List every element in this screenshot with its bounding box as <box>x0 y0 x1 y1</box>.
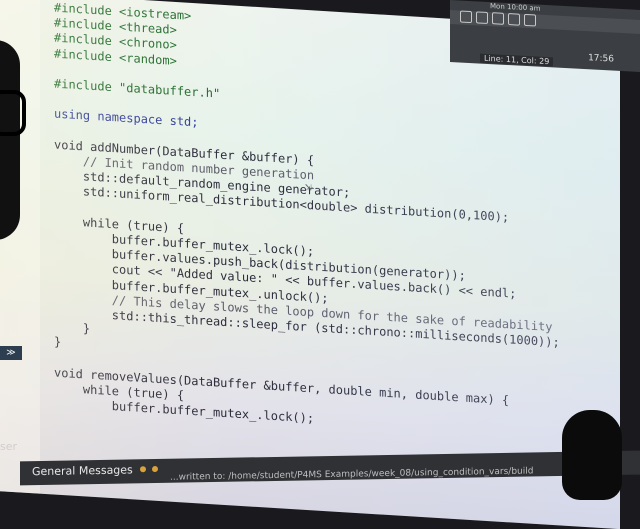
clock: 17:56 <box>588 53 614 65</box>
mouse-cursor-icon: ⇲ <box>305 179 312 194</box>
glasses-shape <box>0 90 26 136</box>
info-icon <box>152 466 158 473</box>
code-text: } <box>54 334 62 350</box>
side-panel-label: ser <box>0 440 18 453</box>
volume-icon[interactable] <box>524 13 536 27</box>
top-panel: Mon 10:00 am 17:56 Line: 11, Col: 29 <box>450 0 640 72</box>
window-icon[interactable] <box>460 10 472 24</box>
mail-icon[interactable] <box>476 11 488 24</box>
line-number <box>0 403 44 406</box>
battery-icon[interactable] <box>508 13 520 26</box>
messages-title[interactable]: General Messages <box>32 463 133 478</box>
code-text: using namespace std; <box>54 106 199 130</box>
microphone-silhouette <box>562 410 622 500</box>
code-text: #include "databuffer.h" <box>54 76 221 101</box>
network-icon[interactable] <box>492 12 504 25</box>
editor-screen: #include <iostream> #include <thread> #inc… <box>0 0 620 529</box>
audience-silhouette <box>0 40 20 240</box>
mini-date: Mon 10:00 am <box>490 2 541 13</box>
fold-toggle-button[interactable]: ≫ <box>0 346 22 360</box>
warning-icon <box>140 466 146 473</box>
code-text: buffer.buffer_mutex_.lock(); <box>54 395 315 426</box>
